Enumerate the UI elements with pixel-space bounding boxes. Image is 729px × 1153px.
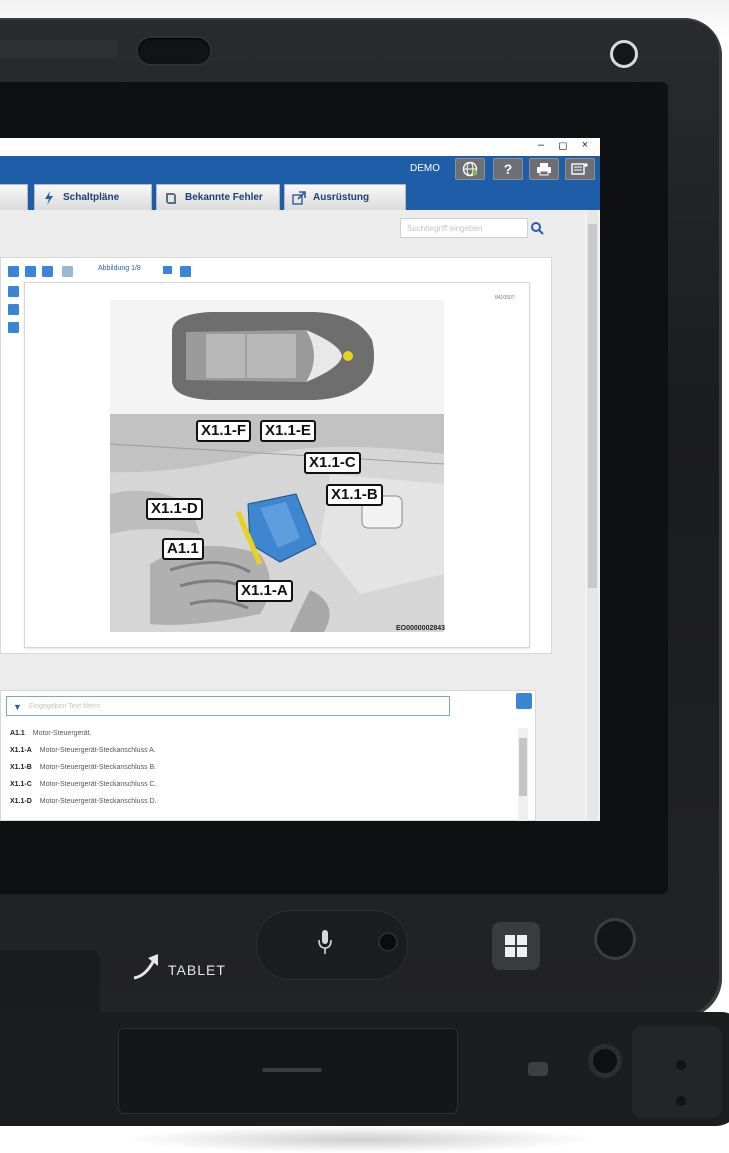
legend-row[interactable]: X1.1-B Motor-Steuergerät-Steckanschluss …: [10, 760, 156, 774]
zoom-out-icon[interactable]: [8, 304, 19, 315]
globe-icon: [462, 161, 478, 177]
legend-code: A1.1: [10, 729, 25, 737]
main-scrollbar[interactable]: [587, 210, 598, 821]
expand-icon[interactable]: [8, 266, 19, 277]
windows-button[interactable]: [492, 922, 540, 970]
copy-icon[interactable]: [42, 266, 53, 277]
callout-a1-1: A1.1: [162, 538, 204, 560]
figure-code: 8410507: [495, 295, 515, 301]
tab-partial[interactable]: [0, 184, 28, 210]
latch-screw: [676, 1096, 686, 1106]
external-link-icon: [292, 190, 306, 205]
demo-label: DEMO: [410, 163, 440, 174]
tab-ausruestung[interactable]: Ausrüstung: [284, 184, 406, 210]
tab-schaltplaene[interactable]: Schaltpläne: [34, 184, 152, 210]
dock-base: [0, 1000, 729, 1153]
image-code: EO0000002843: [396, 625, 446, 632]
help-button[interactable]: ?: [493, 158, 523, 180]
window-titlebar: – ◻ ×: [0, 138, 600, 156]
image-icon[interactable]: [163, 266, 172, 274]
app-window: – ◻ × DEMO ? Schaltpläne Bekannte Fehler…: [0, 138, 600, 821]
callout-x1-1-d: X1.1-D: [146, 498, 203, 520]
menu-button[interactable]: [565, 158, 595, 180]
legend-desc: Motor-Steuergerät-Steckanschluss B.: [39, 763, 157, 771]
callout-x1-1-f: X1.1-F: [196, 420, 252, 442]
shadow: [120, 1126, 600, 1153]
legend-row[interactable]: X1.1-A Motor-Steuergerät-Steckanschluss …: [10, 743, 156, 757]
help-icon: ?: [503, 161, 513, 177]
close-button[interactable]: ×: [578, 139, 592, 151]
search-icon[interactable]: [530, 220, 544, 236]
bezel-strip: [0, 40, 118, 58]
windows-icon: [505, 935, 527, 957]
filter-icon: ▼: [13, 702, 22, 712]
tab-bar: Schaltpläne Bekannte Fehler Ausrüstung: [0, 184, 600, 210]
search-input[interactable]: Suchbegriff eingeben: [400, 218, 528, 238]
audio-jack: [588, 1044, 622, 1078]
callout-x1-1-e: X1.1-E: [260, 420, 316, 442]
globe-button[interactable]: [455, 158, 485, 180]
home-button[interactable]: [594, 918, 636, 960]
rotate-icon[interactable]: [8, 322, 19, 333]
tab-label: Ausrüstung: [313, 192, 370, 203]
prev-figure-button[interactable]: [62, 266, 73, 277]
expand-icon[interactable]: [516, 693, 532, 709]
book-icon: [166, 192, 176, 204]
figure-label: Abbildung 1/8: [98, 265, 141, 272]
callout-x1-1-a: X1.1-A: [236, 580, 293, 602]
main-scroll-thumb[interactable]: [588, 224, 597, 588]
legend-scrollbar[interactable]: [518, 728, 528, 821]
bolt-icon: [45, 190, 53, 205]
car-illustration: [110, 300, 444, 414]
legend-desc: Motor-Steuergerät-Steckanschluss C.: [39, 780, 157, 788]
zoom-in-icon[interactable]: [8, 286, 19, 297]
legend-row[interactable]: A1.1 Motor-Steuergerät.: [10, 726, 92, 740]
callout-x1-1-b: X1.1-B: [326, 484, 383, 506]
legend-desc: Motor-Steuergerät-Steckanschluss D.: [39, 797, 157, 805]
document-icon[interactable]: [25, 266, 36, 277]
legend-row[interactable]: X1.1-C Motor-Steuergerät-Steckanschluss …: [10, 777, 157, 791]
latch-screw: [676, 1060, 686, 1070]
app-header: DEMO ?: [0, 156, 600, 184]
legend-code: X1.1-C: [10, 780, 32, 788]
minimize-button[interactable]: –: [534, 139, 548, 151]
dock-slot-handle: [262, 1068, 322, 1072]
legend-code: X1.1-A: [10, 746, 32, 754]
tab-label: Schaltpläne: [63, 192, 120, 203]
tablet-label: TABLET: [168, 962, 226, 978]
camera-icon: [610, 40, 638, 68]
legend-row[interactable]: X1.1-D Motor-Steuergerät-Steckanschluss …: [10, 794, 157, 808]
maximize-button[interactable]: ◻: [556, 139, 570, 152]
tablet-mode-icon: [133, 954, 158, 980]
next-figure-button[interactable]: [180, 266, 191, 277]
legend-desc: Motor-Steuergerät.: [32, 729, 92, 737]
microphone-icon[interactable]: [318, 928, 332, 956]
sensor-slot: [138, 38, 210, 64]
power-button[interactable]: [378, 932, 398, 952]
legend-filter-input[interactable]: ▼ Eingegeben Text filtern: [6, 696, 450, 716]
usb-port: [528, 1062, 548, 1076]
legend-code: X1.1-B: [10, 763, 32, 771]
legend-code: X1.1-D: [10, 797, 32, 805]
tab-bekannte-fehler[interactable]: Bekannte Fehler: [156, 184, 280, 210]
legend-scroll-thumb[interactable]: [519, 738, 527, 796]
tablet-photo: – ◻ × DEMO ? Schaltpläne Bekannte Fehler…: [0, 0, 729, 1153]
filter-placeholder: Eingegeben Text filtern: [29, 703, 101, 710]
legend-desc: Motor-Steuergerät-Steckanschluss A.: [39, 746, 156, 754]
callout-x1-1-c: X1.1-C: [304, 452, 361, 474]
print-icon: [537, 163, 551, 176]
print-button[interactable]: [529, 158, 559, 180]
tab-label: Bekannte Fehler: [185, 192, 263, 203]
menu-icon: [571, 163, 588, 175]
